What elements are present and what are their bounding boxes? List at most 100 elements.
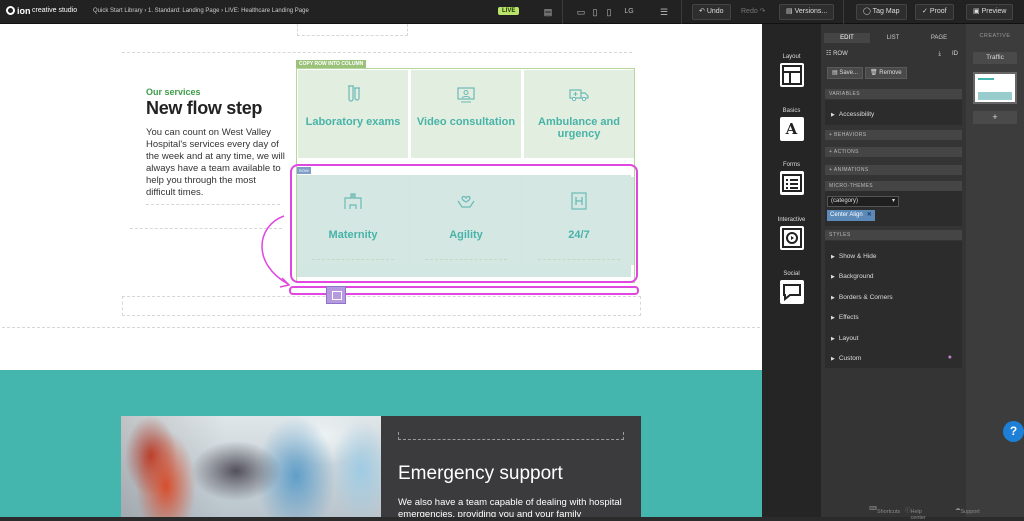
- service-card-video[interactable]: Video consultation: [411, 70, 521, 158]
- move-arrow-icon: [261, 215, 291, 288]
- page-thumbnail[interactable]: [973, 72, 1017, 104]
- save-button[interactable]: ▤ Save...: [827, 67, 864, 79]
- redo-button[interactable]: Redo ↷: [734, 4, 773, 20]
- style-show-hide[interactable]: Show & Hide: [831, 253, 877, 260]
- remove-button[interactable]: 🗑 Remove: [865, 67, 907, 79]
- tab-edit[interactable]: EDIT: [824, 33, 870, 43]
- tool-interactive[interactable]: Interactive: [762, 217, 821, 250]
- micro-themes-header[interactable]: MICRO-THEMES: [825, 181, 962, 191]
- style-borders-corners[interactable]: Borders & Corners: [831, 294, 893, 301]
- services-heading[interactable]: New flow step: [146, 98, 262, 119]
- service-card-label: Laboratory exams: [305, 116, 401, 128]
- tool-label: Interactive: [777, 217, 806, 223]
- style-layout[interactable]: Layout: [831, 335, 859, 342]
- preview-label: Preview: [981, 8, 1007, 15]
- service-card-maternity[interactable]: Maternity: [298, 177, 408, 265]
- service-card-ambulance[interactable]: Ambulance and urgency: [524, 70, 634, 158]
- proof-button[interactable]: ✓ Proof: [915, 4, 954, 20]
- support-link[interactable]: ☁ Support: [955, 506, 980, 515]
- service-card-laboratory[interactable]: Laboratory exams: [298, 70, 408, 158]
- ion-logo[interactable]: ion: [6, 6, 31, 16]
- layout-icon: [779, 63, 804, 87]
- styles-header[interactable]: STYLES: [825, 230, 962, 240]
- center-align-chip[interactable]: Center Align ✕: [827, 210, 875, 221]
- tool-forms[interactable]: Forms: [762, 162, 821, 195]
- page-settings-icon[interactable]: ▤: [541, 5, 555, 19]
- accessibility-item[interactable]: Accessibility: [831, 111, 874, 118]
- tool-social[interactable]: Social: [762, 271, 821, 304]
- shortcuts-label: Shortcuts: [876, 509, 901, 515]
- tab-list[interactable]: LIST: [870, 33, 916, 43]
- emergency-title[interactable]: Emergency support: [398, 463, 563, 485]
- card-guide: [538, 259, 620, 260]
- tool-label: Forms: [783, 162, 800, 168]
- section-guide: [122, 52, 632, 53]
- emergency-body[interactable]: We also have a team capable of dealing w…: [398, 497, 628, 517]
- creative-header[interactable]: CREATIVE: [966, 33, 1024, 39]
- remove-chip-icon[interactable]: ✕: [867, 212, 872, 218]
- emergency-photo[interactable]: [121, 416, 381, 517]
- service-card-label: Maternity: [328, 229, 378, 241]
- tool-basics[interactable]: Basics A: [762, 108, 821, 141]
- tool-layout[interactable]: Layout: [762, 54, 821, 87]
- card-guide: [398, 432, 624, 440]
- edit-panel: EDIT LIST PAGE ☷ ROW ⤓ ID ▤ Save... 🗑 Re…: [821, 24, 966, 517]
- style-effects[interactable]: Effects: [831, 314, 859, 321]
- id-button[interactable]: ID: [952, 48, 958, 60]
- undo-button[interactable]: ↶ Undo: [692, 4, 731, 20]
- add-creative-button[interactable]: +: [973, 111, 1017, 124]
- video-consult-icon: [457, 87, 475, 103]
- play-icon: [779, 226, 804, 250]
- tool-label: Layout: [782, 54, 801, 60]
- services-eyebrow[interactable]: Our services: [146, 87, 201, 97]
- text-a-icon: A: [779, 117, 804, 141]
- element-type: ROW: [833, 51, 848, 57]
- service-card-agility[interactable]: Agility: [411, 177, 521, 265]
- undo-label: Undo: [706, 8, 724, 15]
- toolbar-divider: [843, 0, 844, 24]
- sliders-icon[interactable]: ☰: [657, 5, 671, 19]
- live-badge[interactable]: LIVE: [498, 7, 520, 15]
- style-custom[interactable]: Custom: [831, 355, 861, 362]
- mobile-view-icon[interactable]: ▯: [602, 5, 616, 19]
- help-center-link[interactable]: ⓘ Help center: [905, 506, 926, 521]
- actions-header[interactable]: + ACTIONS: [825, 147, 962, 157]
- chip-label: Center Align: [830, 212, 863, 218]
- page-canvas[interactable]: Our services New flow step You can count…: [0, 24, 762, 517]
- emergency-card[interactable]: Emergency support We also have a team ca…: [381, 416, 641, 517]
- style-background[interactable]: Background: [831, 273, 874, 280]
- hospital-icon: [344, 193, 362, 209]
- text-guide: [146, 204, 280, 205]
- variables-header[interactable]: VARIABLES: [825, 89, 962, 99]
- tag-map-button[interactable]: ◯ Tag Map: [856, 4, 907, 20]
- help-button[interactable]: ?: [1003, 421, 1024, 442]
- service-card-label: Agility: [449, 229, 483, 241]
- panel-tabs: EDIT LIST PAGE: [824, 33, 962, 43]
- test-tubes-icon: [348, 85, 360, 102]
- device-size-label[interactable]: LG: [622, 5, 636, 19]
- service-card-label: 24/7: [568, 229, 590, 241]
- copy-row-label[interactable]: COPY ROW INTO COLUMN: [296, 60, 367, 68]
- drag-handle[interactable]: [326, 286, 346, 304]
- remove-label: Remove: [879, 70, 902, 76]
- shortcuts-link[interactable]: ⌨ Shortcuts: [869, 506, 900, 515]
- download-icon[interactable]: ⤓: [938, 48, 941, 60]
- tab-page[interactable]: PAGE: [916, 33, 962, 43]
- row-tag[interactable]: ROW: [297, 167, 311, 174]
- droplet-icon: ●: [947, 354, 952, 361]
- preview-button[interactable]: ▣ Preview: [966, 4, 1014, 20]
- element-icon: ☷: [826, 51, 832, 57]
- service-card-24-7[interactable]: 24/7: [524, 177, 634, 265]
- breadcrumb[interactable]: Quick Start Library › 1. Standard: Landi…: [93, 8, 309, 14]
- services-description[interactable]: You can count on West Valley Hospital's …: [146, 127, 286, 199]
- behaviors-header[interactable]: + BEHAVIORS: [825, 130, 962, 140]
- block-outline: [297, 24, 408, 36]
- versions-button[interactable]: ▤ Versions...: [779, 4, 835, 20]
- desktop-view-icon[interactable]: ▭: [574, 5, 588, 19]
- traffic-button[interactable]: Traffic: [973, 52, 1017, 64]
- tool-label: Basics: [782, 108, 801, 114]
- tablet-view-icon[interactable]: ▯: [588, 5, 602, 19]
- category-select[interactable]: (category): [827, 196, 899, 207]
- support-label: Support: [960, 509, 980, 515]
- animations-header[interactable]: + ANIMATIONS: [825, 165, 962, 175]
